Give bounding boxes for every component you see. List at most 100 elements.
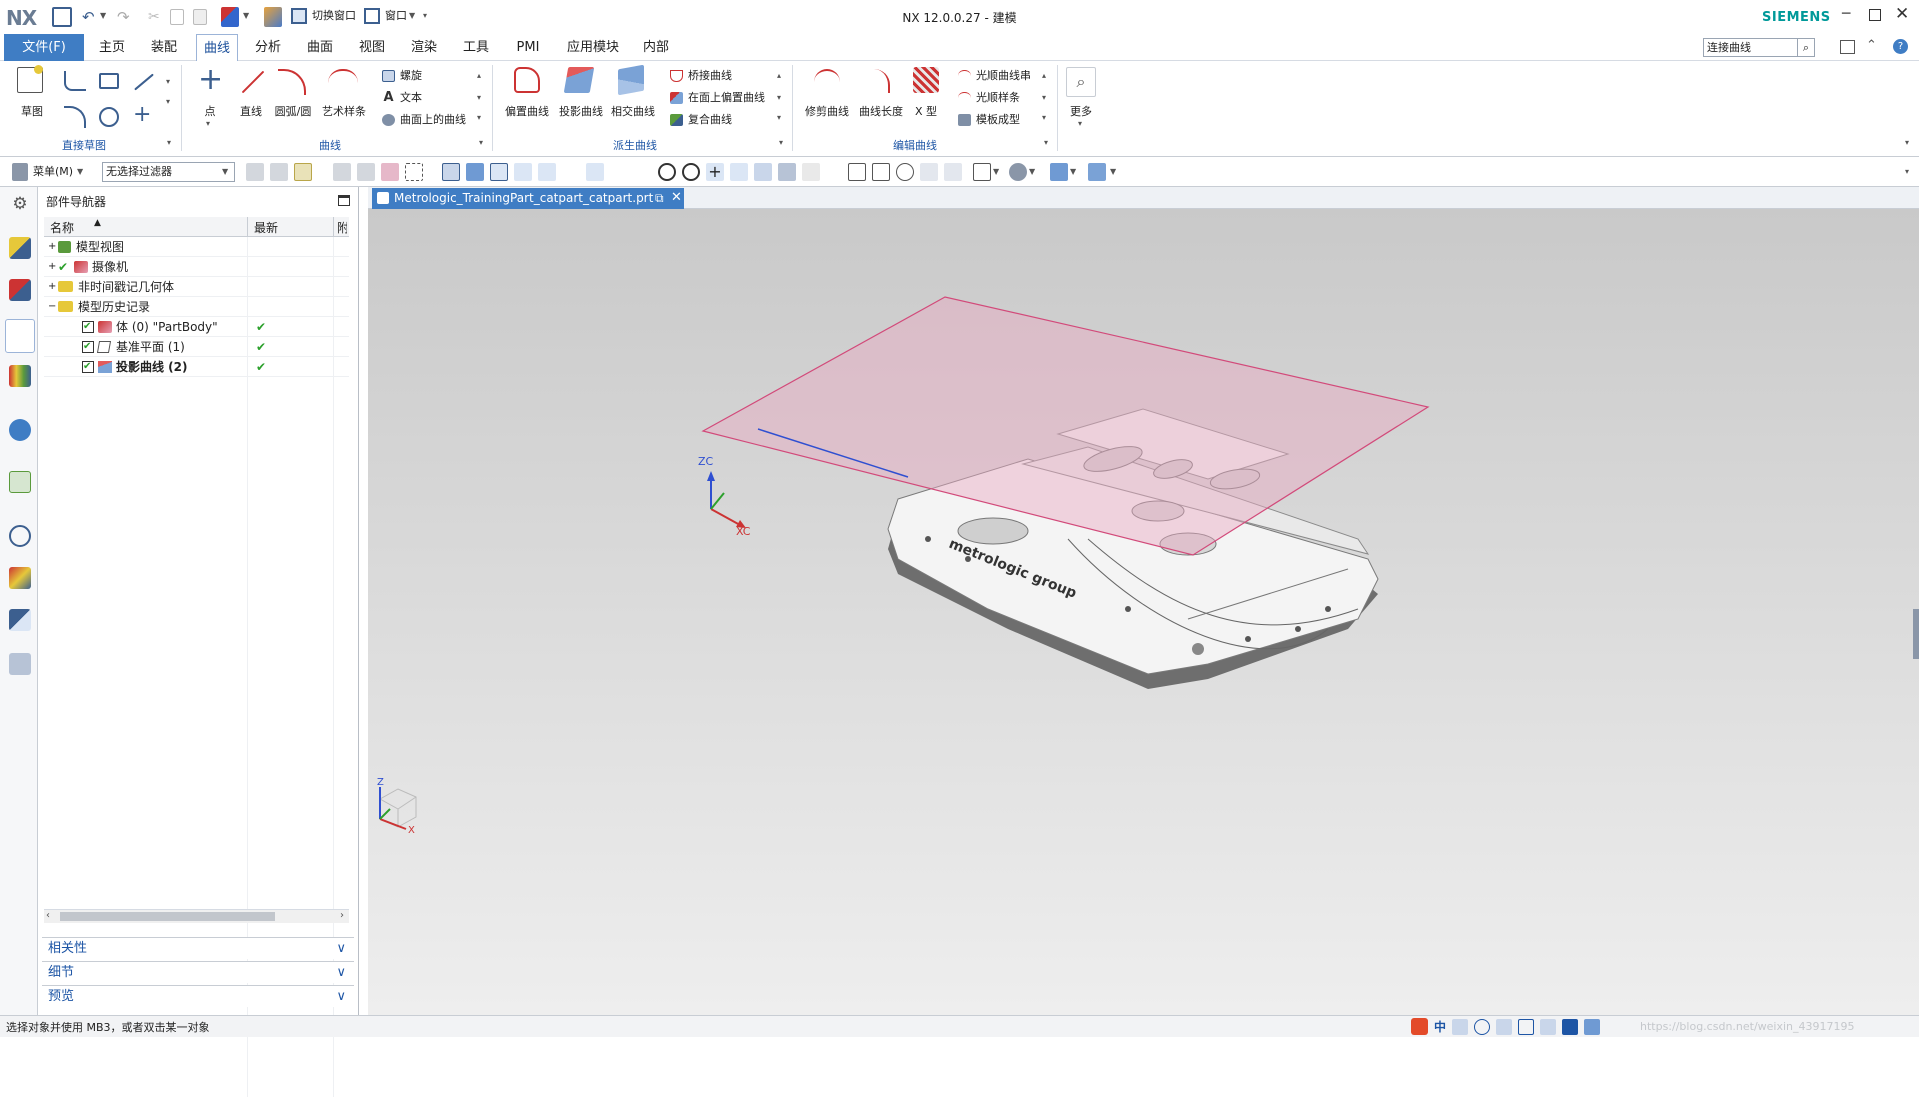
punctuation-icon[interactable] — [1452, 1019, 1468, 1035]
panel-toggle-icon[interactable] — [1840, 40, 1855, 54]
visibility-checkbox[interactable]: ✔ — [82, 341, 94, 353]
tab-surface[interactable]: 曲面 — [300, 34, 340, 61]
project-curve-button-label[interactable]: 投影曲线 — [556, 103, 606, 119]
tab-application[interactable]: 应用模块 — [560, 34, 626, 61]
tab-view[interactable]: 视图 — [352, 34, 392, 61]
more-dropdown-icon[interactable]: ▾ — [1078, 119, 1082, 128]
ime-menu-icon[interactable] — [1584, 1019, 1600, 1035]
ime-tools-icon[interactable] — [1540, 1019, 1556, 1035]
expand-icon[interactable]: + — [48, 257, 56, 277]
curve-gallery-more-icon[interactable]: ▾ — [477, 113, 481, 122]
graphics-window[interactable]: Metrologic_TrainingPart_catpart_catpart.… — [368, 187, 1919, 1015]
snap-perpendicular-icon[interactable] — [634, 163, 652, 181]
snap-end-point-icon[interactable] — [490, 163, 508, 181]
arc-sketch-icon[interactable] — [64, 106, 86, 128]
filter-dropdown-icon[interactable]: ▼ — [222, 167, 228, 176]
expand-icon[interactable]: + — [48, 237, 56, 257]
tab-tools[interactable]: 工具 — [456, 34, 496, 61]
tab-analysis[interactable]: 分析 — [248, 34, 288, 61]
keyboard-icon[interactable] — [1518, 1019, 1534, 1035]
tree-row-cameras[interactable]: + ✔ 摄像机 — [44, 257, 349, 277]
undock-icon[interactable]: ⧉ — [655, 191, 664, 206]
offset-curve-icon[interactable] — [514, 67, 540, 93]
smooth-spline-button[interactable]: 光顺样条 — [956, 89, 1020, 107]
type-filter-icon[interactable] — [270, 163, 288, 181]
rotate-icon[interactable] — [896, 163, 914, 181]
column-divider[interactable] — [333, 217, 334, 237]
snap-control-point-icon[interactable] — [538, 163, 556, 181]
group-direct-sketch-dropdown-icon[interactable]: ▾ — [167, 138, 171, 147]
document-tab[interactable]: Metrologic_TrainingPart_catpart_catpart.… — [372, 188, 684, 209]
group-derived-dropdown-icon[interactable]: ▾ — [779, 138, 783, 147]
point-sketch-icon[interactable]: + — [133, 103, 151, 127]
smooth-curve-string-button[interactable]: 光顺曲线串 — [956, 67, 1031, 85]
layer-filter-icon[interactable] — [294, 163, 312, 181]
visibility-checkbox[interactable]: ✔ — [82, 361, 94, 373]
orient-view-icon[interactable] — [973, 163, 991, 181]
constraint-navigator-icon[interactable] — [9, 279, 31, 301]
derived-gallery-up-icon[interactable]: ▴ — [777, 71, 781, 80]
ime-mode-label[interactable]: 中 — [1434, 1018, 1446, 1035]
right-panel-handle[interactable] — [1913, 609, 1919, 659]
profile-icon[interactable] — [64, 71, 86, 91]
maximize-button[interactable] — [1869, 9, 1881, 21]
line-button-label[interactable]: 直线 — [236, 103, 266, 119]
body-select-icon[interactable] — [466, 163, 484, 181]
feature-select-icon[interactable] — [381, 163, 399, 181]
render-style-dropdown-icon[interactable]: ▼ — [1029, 167, 1035, 176]
section-dropdown-icon[interactable]: ▼ — [1070, 167, 1076, 176]
history-info-icon[interactable] — [9, 419, 31, 441]
scrollbar-thumb[interactable] — [60, 912, 275, 921]
wcs-icon[interactable] — [1088, 163, 1106, 181]
line-sketch-icon[interactable] — [134, 73, 154, 91]
close-tab-icon[interactable]: ✕ — [671, 190, 682, 205]
model-view[interactable]: metrologic group ZC XC Z X — [368, 209, 1919, 1015]
template-shape-button[interactable]: 模板成型 — [956, 111, 1020, 129]
snap-bounded-icon[interactable] — [778, 163, 796, 181]
tree-row-model-history[interactable]: − 模型历史记录 — [44, 297, 349, 317]
sketch-button-label[interactable]: 草图 — [14, 103, 50, 119]
expand-icon[interactable]: + — [48, 277, 56, 297]
column-header-latest[interactable]: 最新 — [254, 219, 278, 236]
composite-curve-button[interactable]: 复合曲线 — [668, 111, 732, 129]
fit-view-icon[interactable] — [848, 163, 866, 181]
intersect-curve-icon[interactable] — [618, 64, 644, 96]
reuse-library-icon[interactable] — [9, 365, 31, 387]
offset-curve-button-label[interactable]: 偏置曲线 — [502, 103, 552, 119]
scroll-right-icon[interactable]: › — [340, 910, 344, 921]
tab-assembly[interactable]: 装配 — [144, 34, 184, 61]
toolbar-options-icon[interactable]: ▾ — [1905, 167, 1909, 176]
snap-existing-point-icon[interactable]: + — [706, 163, 724, 181]
search-icon[interactable]: ⌕ — [1798, 38, 1815, 57]
intersect-curve-button-label[interactable]: 相交曲线 — [608, 103, 658, 119]
column-header-name[interactable]: 名称 — [50, 219, 74, 236]
trim-curve-button-label[interactable]: 修剪曲线 — [802, 103, 852, 119]
curve-gallery-up-icon[interactable]: ▴ — [477, 71, 481, 80]
sketch-gallery-down-icon[interactable]: ▾ — [166, 77, 170, 86]
tree-row-datum-plane[interactable]: ✔ 基准平面 (1) ✔ — [44, 337, 349, 357]
part-navigator-icon[interactable] — [5, 319, 35, 353]
roles-icon[interactable] — [9, 653, 31, 675]
point-dropdown-icon[interactable]: ▾ — [206, 119, 210, 128]
snap-mid-point-icon[interactable] — [514, 163, 532, 181]
render-style-icon[interactable] — [1009, 163, 1027, 181]
derived-gallery-down-icon[interactable]: ▾ — [777, 93, 781, 102]
snap-off-icon[interactable] — [333, 163, 351, 181]
bridge-curve-button[interactable]: 桥接曲线 — [668, 67, 732, 85]
column-divider[interactable] — [247, 217, 248, 237]
collapse-ribbon-icon[interactable]: ⌃ — [1866, 38, 1877, 53]
arc-circle-button-label[interactable]: 圆弧/圆 — [272, 103, 314, 119]
x-form-button-label[interactable]: X 型 — [910, 103, 942, 119]
sketch-gallery-more-icon[interactable]: ▾ — [166, 97, 170, 106]
navigator-horizontal-scrollbar[interactable]: ‹ › — [44, 909, 349, 923]
accordion-dependencies[interactable]: 相关性 ∨ — [42, 937, 354, 959]
helix-button[interactable]: 螺旋 — [380, 67, 422, 85]
derived-gallery-more-icon[interactable]: ▾ — [777, 113, 781, 122]
edit-section-icon[interactable] — [1050, 163, 1068, 181]
skin-icon[interactable] — [1562, 1019, 1578, 1035]
palette-icon[interactable] — [9, 567, 31, 589]
menu-button[interactable]: 菜单(M) — [30, 162, 76, 182]
navigator-maximize-icon[interactable] — [338, 195, 350, 206]
visibility-checkbox[interactable]: ✔ — [82, 321, 94, 333]
tab-render[interactable]: 渲染 — [404, 34, 444, 61]
